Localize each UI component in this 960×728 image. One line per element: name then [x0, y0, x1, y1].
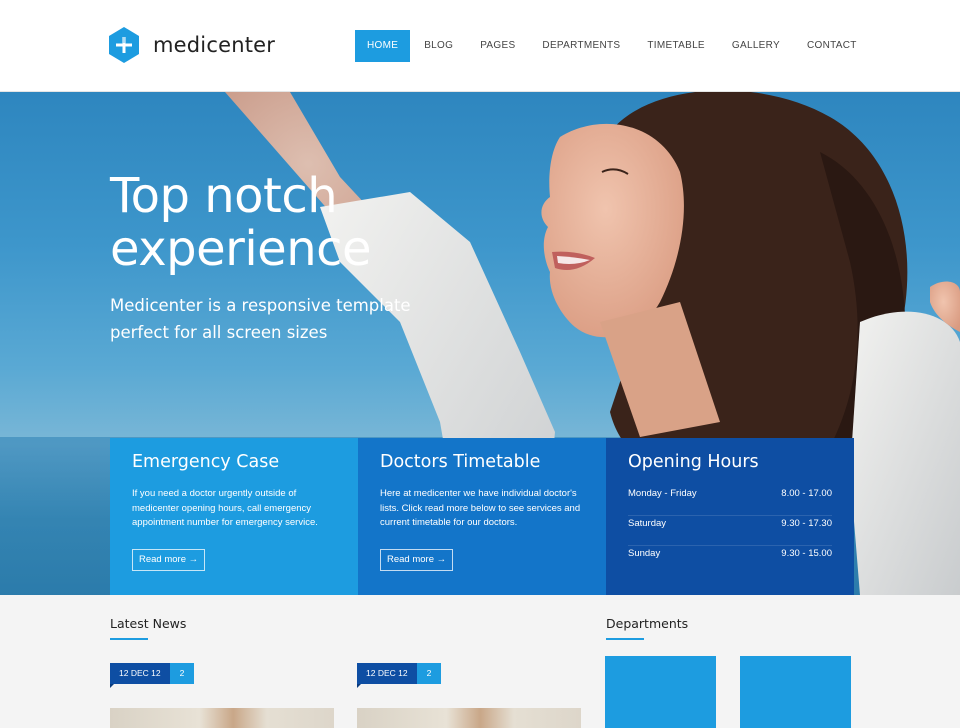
emergency-read-more-button[interactable]: Read more → — [132, 549, 206, 571]
opening-hours-list: Monday - Friday 8.00 - 17.00 Saturday 9.… — [628, 486, 832, 576]
hours-time: 8.00 - 17.00 — [781, 488, 832, 499]
opening-hours-box: Opening Hours Monday - Friday 8.00 - 17.… — [606, 438, 854, 595]
department-tile[interactable] — [740, 656, 851, 728]
hero-subtitle-line-1: Medicenter is a responsive template — [110, 296, 411, 315]
news-date-badge: 12 DEC 12 — [110, 663, 170, 688]
hours-day: Saturday — [628, 518, 667, 529]
hero-title: Top notch experience — [110, 168, 372, 277]
opening-hours-title: Opening Hours — [628, 452, 759, 472]
nav-gallery[interactable]: GALLERY — [719, 30, 793, 62]
department-tile[interactable] — [605, 656, 716, 728]
content-section: Latest News 12 DEC 12 2 12 DEC 12 2 Depa… — [0, 595, 960, 728]
site-header: medicenter HOME BLOG PAGES DEPARTMENTS T… — [0, 0, 960, 92]
emergency-case-text: If you need a doctor urgently outside of… — [132, 488, 318, 528]
hero-title-line-1: Top notch — [110, 168, 338, 224]
nav-home[interactable]: HOME — [355, 30, 411, 62]
doctors-timetable-box: Doctors Timetable Here at medicenter we … — [358, 438, 606, 595]
nav-departments[interactable]: DEPARTMENTS — [529, 30, 633, 62]
hours-time: 9.30 - 15.00 — [781, 548, 832, 559]
latest-news-title: Latest News — [110, 616, 187, 631]
hero-subtitle: Medicenter is a responsive template perf… — [110, 292, 411, 346]
news-comments-count[interactable]: 2 — [170, 663, 194, 684]
emergency-case-box: Emergency Case If you need a doctor urge… — [110, 438, 358, 595]
news-date-badge: 12 DEC 12 — [357, 663, 417, 688]
news-thumbnail[interactable] — [357, 708, 581, 728]
hero-title-line-2: experience — [110, 221, 372, 277]
emergency-case-title: Emergency Case — [132, 452, 280, 472]
departments-title: Departments — [606, 616, 689, 631]
hours-time: 9.30 - 17.30 — [781, 518, 832, 529]
hours-row: Sunday 9.30 - 15.00 — [628, 546, 832, 576]
nav-pages[interactable]: PAGES — [467, 30, 528, 62]
hours-day: Sunday — [628, 548, 661, 559]
news-comments-count[interactable]: 2 — [417, 663, 441, 684]
doctors-timetable-text: Here at medicenter we have individual do… — [380, 488, 581, 528]
timetable-read-more-button[interactable]: Read more → — [380, 549, 454, 571]
logo-text: medicenter — [153, 33, 276, 57]
hours-day: Monday - Friday — [628, 488, 697, 499]
departments-underline — [606, 638, 644, 640]
hero-subtitle-line-2: perfect for all screen sizes — [110, 323, 328, 342]
main-nav: HOME BLOG PAGES DEPARTMENTS TIMETABLE GA… — [355, 30, 871, 62]
nav-contact[interactable]: CONTACT — [794, 30, 870, 62]
hours-row: Monday - Friday 8.00 - 17.00 — [628, 486, 832, 516]
doctors-timetable-title: Doctors Timetable — [380, 452, 541, 472]
news-thumbnail[interactable] — [110, 708, 334, 728]
latest-news-underline — [110, 638, 148, 640]
logo-hexagon-icon — [109, 27, 139, 63]
logo[interactable]: medicenter — [108, 27, 275, 63]
nav-blog[interactable]: BLOG — [411, 30, 466, 62]
hours-row: Saturday 9.30 - 17.30 — [628, 516, 832, 546]
nav-timetable[interactable]: TIMETABLE — [634, 30, 718, 62]
